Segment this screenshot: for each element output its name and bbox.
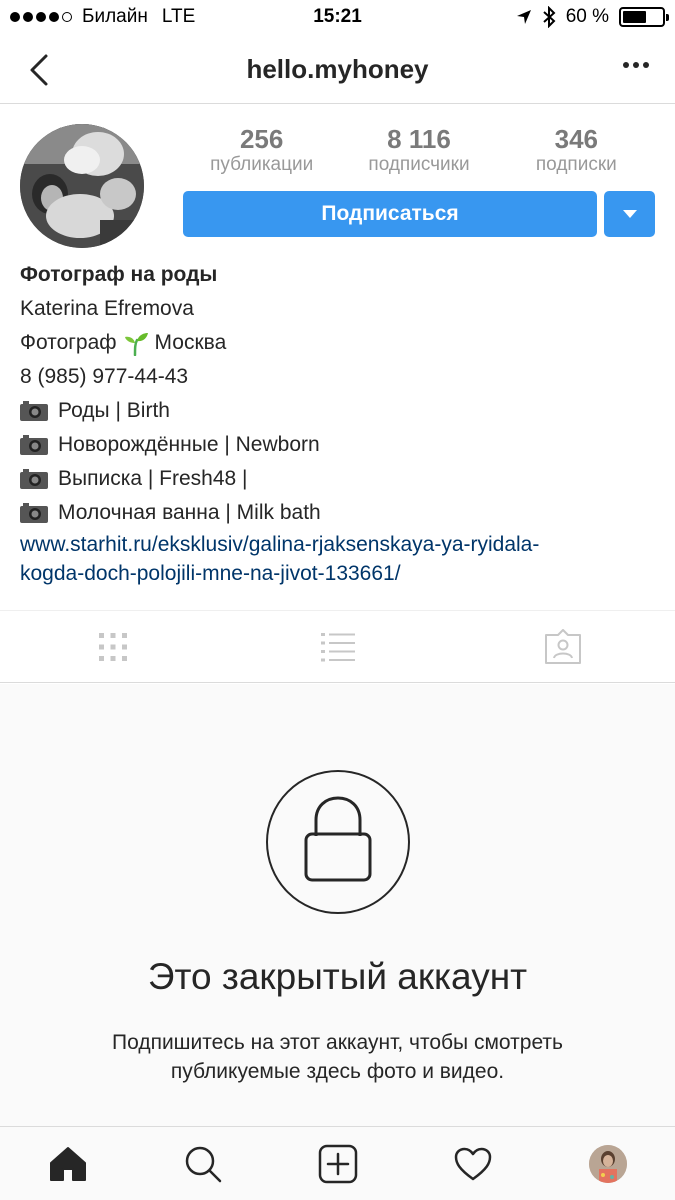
battery-percent: 60 % [565, 6, 609, 27]
seedling-icon [124, 333, 148, 356]
bio-item-text: Выписка | Fresh48 | [58, 467, 248, 490]
bio-link-line: www.starhit.ru/eksklusiv/galina-rjaksens… [20, 533, 540, 556]
stat-following-count: 346 [554, 124, 599, 154]
tab-home[interactable] [0, 1127, 135, 1200]
stat-followers-label: подписчики [368, 154, 470, 175]
bio-phone: 8 (985) 977-44-43 [20, 365, 189, 388]
grid-icon [98, 632, 127, 661]
bio-website-link[interactable]: www.starhit.ru/eksklusiv/galina-rjaksens… [20, 530, 660, 588]
status-right: 60 % [516, 6, 669, 28]
tab-grid-view[interactable] [0, 611, 225, 682]
lock-circle [266, 770, 410, 914]
bio-item: Роды | Birth [20, 394, 660, 428]
camera-icon [20, 503, 48, 523]
location-arrow-icon [516, 10, 531, 24]
camera-icon [20, 435, 48, 455]
stat-posts[interactable]: 256 публикации [183, 124, 340, 176]
bio-link-line: kogda-doch-polojili-mne-na-jivot-133661/ [20, 562, 401, 585]
bio-item: Новорождённые | Newborn [20, 428, 660, 462]
home-icon [49, 1146, 86, 1181]
camera-icon [20, 469, 48, 489]
stat-followers-count: 8 116 [387, 124, 451, 154]
private-account-section: Это закрытый аккаунт Подпишитесь на этот… [0, 684, 675, 1126]
stat-posts-count: 256 [239, 124, 284, 154]
bio-title: Фотограф на роды [20, 263, 218, 286]
avatar-photo [20, 124, 144, 248]
bio-profession: Фотограф [20, 331, 117, 354]
bottom-tab-bar [0, 1126, 675, 1200]
private-account-subtitle: Подпишитесь на этот аккаунт, чтобы смотр… [60, 1028, 615, 1086]
profile-stats: 256 публикации 8 116 подписчики 346 подп… [183, 124, 655, 176]
follow-button[interactable]: Подписаться [183, 191, 597, 237]
tab-tagged[interactable] [450, 611, 675, 682]
heart-icon [454, 1147, 491, 1180]
private-account-title: Это закрытый аккаунт [147, 956, 528, 997]
navbar: hello.myhoney [0, 36, 675, 104]
profile-bio: Фотограф на роды Katerina Efremova Фотог… [20, 262, 660, 588]
bio-item-text: Молочная ванна | Milk bath [58, 501, 321, 524]
profile-avatar[interactable] [20, 124, 144, 248]
bio-item: Выписка | Fresh48 | [20, 462, 660, 496]
battery-level [623, 11, 646, 23]
private-subtitle-line: Подпишитесь на этот аккаунт, чтобы смотр… [112, 1031, 563, 1054]
lock-icon [304, 796, 372, 882]
private-subtitle-line: публикуемые здесь фото и видео. [170, 1060, 505, 1083]
profile-view-tabs [0, 610, 675, 683]
stat-following[interactable]: 346 подписки [498, 124, 655, 176]
status-bar: Билайн LTE 15:21 60 % [0, 0, 675, 36]
list-icon [320, 632, 355, 661]
tagged-person-icon [544, 628, 581, 664]
stat-following-label: подписки [535, 154, 617, 175]
caret-down-icon [622, 210, 637, 218]
bio-item: Молочная ванна | Milk bath [20, 496, 660, 530]
plus-square-icon [318, 1144, 357, 1183]
tab-activity[interactable] [405, 1127, 540, 1200]
bio-city: Москва [154, 331, 227, 354]
tab-search[interactable] [135, 1127, 270, 1200]
bluetooth-icon [543, 6, 556, 28]
search-icon [185, 1146, 221, 1182]
user-avatar-photo [588, 1144, 627, 1183]
suggestions-dropdown-button[interactable] [604, 191, 655, 237]
bio-location-line: Фотограф Москва [20, 326, 660, 360]
camera-icon [20, 401, 48, 421]
tab-list-view[interactable] [225, 611, 450, 682]
bio-item-text: Новорождённые | Newborn [58, 433, 320, 456]
stat-followers[interactable]: 8 116 подписчики [340, 124, 497, 176]
stat-posts-label: публикации [210, 154, 314, 175]
user-avatar [588, 1144, 627, 1183]
bio-full-name: Katerina Efremova [20, 297, 194, 320]
more-options-icon[interactable] [623, 62, 649, 68]
tab-profile[interactable] [540, 1127, 675, 1200]
tab-new-post[interactable] [270, 1127, 405, 1200]
battery-icon [619, 7, 669, 27]
profile-username-title: hello.myhoney [246, 54, 429, 84]
bio-item-text: Роды | Birth [58, 399, 170, 422]
